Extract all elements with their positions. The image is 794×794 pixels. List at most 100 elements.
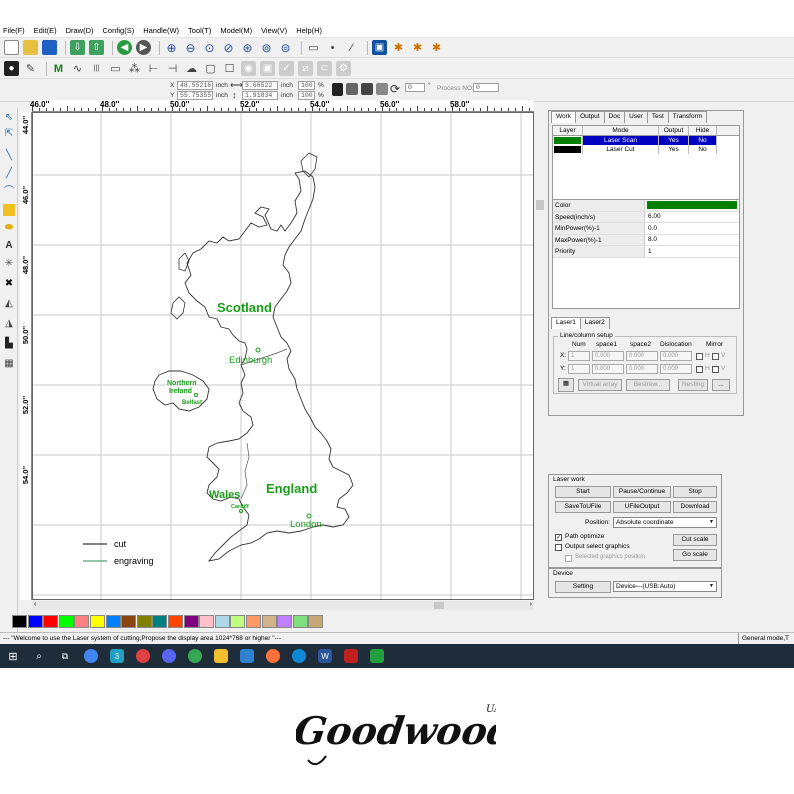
layer-output[interactable]: Yes	[659, 136, 689, 145]
palette-swatch[interactable]	[89, 614, 105, 628]
slant-icon[interactable]: ⧄	[298, 61, 313, 76]
cloud-icon[interactable]: ☁	[184, 61, 199, 76]
array-grid-icon[interactable]: ▦	[558, 378, 574, 392]
property-value[interactable]: 8.0	[645, 234, 657, 245]
zoom-fit-icon[interactable]: ⊙	[202, 40, 217, 55]
checkbox-tool-icon[interactable]: ☐	[222, 61, 237, 76]
frame-icon[interactable]: ▢	[203, 61, 218, 76]
property-row[interactable]: Priority 1	[553, 246, 739, 258]
start-button[interactable]: Start	[555, 486, 611, 498]
curve-icon[interactable]: ∿	[70, 61, 85, 76]
setting-button[interactable]: Setting	[555, 581, 611, 593]
check-icon[interactable]: ✓	[279, 61, 294, 76]
star-icon[interactable]: ✱	[410, 40, 425, 55]
app-green-icon[interactable]	[370, 649, 384, 663]
app-3-icon[interactable]: 3	[110, 649, 124, 663]
camera-icon[interactable]: ◉	[241, 61, 256, 76]
star-icon[interactable]: ✱	[429, 40, 444, 55]
mirror-v-checkbox-y[interactable]	[712, 366, 719, 373]
nesting-button[interactable]: Nesting	[678, 379, 708, 391]
gear-icon[interactable]: ⚙	[336, 61, 351, 76]
property-value[interactable]: 6.00	[645, 211, 661, 222]
palette-swatch[interactable]	[183, 614, 199, 628]
property-value[interactable]: 1	[645, 246, 652, 257]
tab-laser1[interactable]: Laser1	[551, 317, 581, 329]
curve-tool-icon[interactable]: ⌒	[3, 186, 15, 198]
rotate-input[interactable]: 0	[405, 83, 425, 92]
ellipse-tool-icon[interactable]: ⬬	[3, 222, 15, 234]
device-select[interactable]: Device---(USB:Auto) ▼	[613, 581, 717, 592]
group-icon[interactable]: ⁂	[127, 61, 142, 76]
mirror-h-checkbox-x[interactable]	[696, 353, 703, 360]
star-icon[interactable]: ✱	[391, 40, 406, 55]
selected-position-checkbox[interactable]	[565, 555, 572, 562]
word-icon[interactable]: W	[318, 649, 332, 663]
drawing-canvas[interactable]: Scotland Edinburgh Northern Ireland Belf…	[32, 112, 534, 600]
y-dislocation-input[interactable]: 0.000	[660, 364, 692, 374]
palette-swatch[interactable]	[121, 614, 137, 628]
menu-item-tool[interactable]: Tool(T)	[188, 26, 211, 35]
width-percent-input[interactable]: 100	[298, 81, 315, 90]
scroll-left-icon[interactable]: ‹	[34, 601, 36, 608]
x-space1-input[interactable]: 0.000	[592, 351, 624, 361]
property-row[interactable]: Speed(inch/s) 6.00	[553, 211, 739, 223]
path-optimize-checkbox[interactable]: ✓	[555, 534, 562, 541]
menu-item-draw[interactable]: Draw(D)	[66, 26, 94, 35]
laser-head-icon[interactable]: ●	[4, 61, 19, 76]
process-input[interactable]: 0	[473, 83, 499, 92]
tab-transform[interactable]: Transform	[667, 111, 708, 123]
palette-swatch[interactable]	[167, 614, 183, 628]
tab-work[interactable]: Work	[551, 111, 577, 123]
scroll-right-icon[interactable]: ›	[530, 601, 532, 608]
property-row[interactable]: Color	[553, 200, 739, 212]
export-icon[interactable]: ⇧	[89, 40, 104, 55]
layer-tool-icon[interactable]: ▙	[3, 338, 15, 350]
firefox-icon[interactable]	[266, 649, 280, 663]
palette-swatch[interactable]	[136, 614, 152, 628]
horizontal-scrollbar[interactable]: ‹ ›	[32, 601, 534, 610]
open-folder-icon[interactable]	[23, 40, 38, 55]
x-input[interactable]: 48.55216	[177, 81, 213, 90]
letter-m-icon[interactable]: M	[51, 61, 66, 76]
palette-swatch[interactable]	[277, 614, 293, 628]
property-value[interactable]: 0.0	[645, 223, 657, 234]
mirror-h-icon[interactable]: ◭	[3, 298, 15, 310]
x-dislocation-input[interactable]: 0.000	[660, 351, 692, 361]
layer-row[interactable]: Laser Scan Yes No	[553, 136, 739, 145]
palette-swatch[interactable]	[308, 614, 324, 628]
chrome-icon[interactable]	[84, 649, 98, 663]
layer-hide[interactable]: No	[689, 145, 717, 154]
menu-item-edit[interactable]: Edit(E)	[34, 26, 57, 35]
download-button[interactable]: Download	[673, 501, 717, 513]
y-input[interactable]: 55.75355	[177, 91, 213, 100]
barcode-icon[interactable]: |||	[89, 61, 104, 76]
x-space2-input[interactable]: 0.000	[626, 351, 658, 361]
text-tool-icon[interactable]: A	[3, 240, 15, 252]
monitor-icon[interactable]: ▣	[372, 40, 387, 55]
task-view-icon[interactable]: ⧉	[58, 649, 72, 663]
wand-icon[interactable]: ⁄	[344, 40, 359, 55]
center-align-icon[interactable]	[361, 83, 373, 95]
mirror-v-checkbox-x[interactable]	[712, 353, 719, 360]
y-space1-input[interactable]: 0.000	[592, 364, 624, 374]
virtual-array-button[interactable]: Virtual array	[578, 379, 622, 391]
menu-item-model[interactable]: Model(M)	[220, 26, 252, 35]
rectangle-icon[interactable]: ▭	[306, 40, 321, 55]
menu-item-help[interactable]: Help(H)	[296, 26, 322, 35]
menu-item-view[interactable]: View(V)	[261, 26, 287, 35]
height-percent-input[interactable]: 100	[298, 91, 315, 100]
palette-swatch[interactable]	[245, 614, 261, 628]
menu-item-handle[interactable]: Handle(W)	[143, 26, 179, 35]
windows-start-icon[interactable]: ⊞	[6, 649, 20, 663]
x-num-input[interactable]: 1	[568, 351, 590, 361]
position-select[interactable]: Absolute coordinate ▼	[613, 517, 717, 528]
mirror-h-checkbox-y[interactable]	[696, 366, 703, 373]
tab-laser2[interactable]: Laser2	[579, 317, 610, 329]
palette-swatch[interactable]	[27, 614, 43, 628]
polyline-icon[interactable]: ╱	[3, 168, 15, 180]
output-select-checkbox[interactable]	[555, 544, 562, 551]
vertical-scroll-thumb[interactable]	[536, 200, 544, 210]
palette-swatch[interactable]	[292, 614, 308, 628]
search-icon[interactable]: ⌕	[32, 649, 46, 663]
node-edit-icon[interactable]: ⇱	[3, 128, 15, 140]
